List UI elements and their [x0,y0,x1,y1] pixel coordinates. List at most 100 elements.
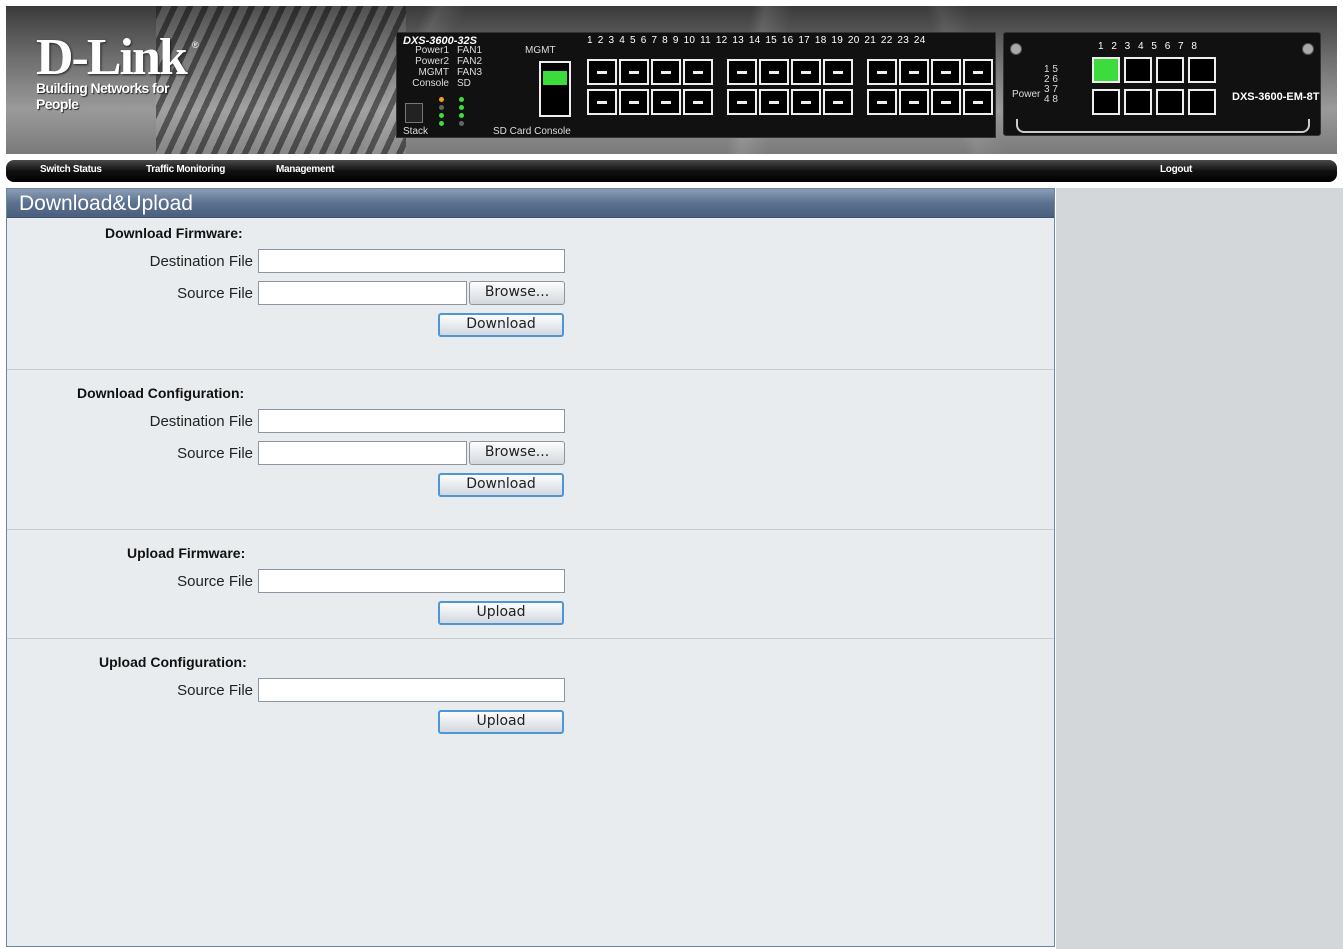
status-led-icon [439,105,444,110]
stack-label: Stack [403,126,429,137]
module-led-rows: 1 5 2 6 3 7 4 8 [1044,65,1058,105]
led-label-power1: Power1 [415,45,449,56]
main-content-panel: Download&Upload Download Firmware: Desti… [6,188,1055,947]
expansion-module-panel: 1 2 3 4 5 6 7 8 1 5 2 6 3 7 4 8 Power DX… [1003,32,1321,136]
sfp-port-icon [867,89,897,115]
sfp-port-icon [759,89,789,115]
port-numbers: 1 2 3 4 5 6 7 8 9 10 11 12 13 14 15 16 1… [587,35,926,46]
led-label-power2: Power2 [415,56,449,67]
mgmt-port-icon [539,61,571,117]
screw-icon [1010,43,1022,55]
download-configuration-section: Download Configuration: Destination File… [7,370,1054,530]
sfp-port-icon [587,59,617,85]
download-configuration-button[interactable]: Download [438,473,564,497]
sfp-port-icon [587,89,617,115]
led-label-fan1: FAN1 [457,45,483,56]
destination-file-label: Destination File [149,413,253,430]
download-configuration-destination-input[interactable] [258,409,565,433]
main-nav-bar: Switch Status Traffic Monitoring Managem… [6,160,1337,182]
upload-firmware-section: Upload Firmware: Source File Upload [7,530,1054,639]
sfp-port-icon [651,59,681,85]
download-firmware-section: Download Firmware: Destination File Sour… [7,218,1054,370]
led-label-sd: SD [457,78,471,89]
led-label-fan2: FAN2 [457,56,483,67]
status-led-icon [439,113,444,118]
sfp-port-icon [823,89,853,115]
rj45-port-icon [1124,89,1152,115]
upload-configuration-button[interactable]: Upload [438,710,564,734]
nav-switch-status[interactable]: Switch Status [40,164,102,175]
sfp-port-icon [823,59,853,85]
module-name: DXS-3600-EM-8T [1232,91,1320,103]
sfp-port-icon [683,59,713,85]
status-led-icon [439,121,444,126]
led-labels-left: Power1 Power2 MGMT Console [403,45,449,89]
status-led-icon [459,113,464,118]
led-label-console: Console [412,78,449,89]
module-led-row: 4 8 [1044,94,1058,105]
module-handle-icon [1016,119,1310,133]
sfp-port-icon [867,59,897,85]
rj45-port-icon [1188,89,1216,115]
upload-firmware-button[interactable]: Upload [438,601,564,625]
sfp-port-icon [791,59,821,85]
sfp-port-icon [963,59,993,85]
stack-port-icon [405,103,423,123]
sfp-port-icon [619,59,649,85]
source-file-label: Source File [177,682,253,699]
download-firmware-destination-input[interactable] [258,249,565,273]
led-label-fan3: FAN3 [457,67,483,78]
right-side-panel [1056,188,1343,949]
mgmt-port-label: MGMT [525,45,556,56]
logo-brand: D-Link [36,29,188,86]
status-led-icon [439,97,444,102]
page-title-bar: Download&Upload [7,189,1054,218]
upload-firmware-source-input[interactable] [258,569,565,593]
download-firmware-source-input[interactable] [258,281,467,305]
rj45-port-icon [1092,89,1120,115]
sfp-port-icon [759,59,789,85]
status-led-icon [459,105,464,110]
status-led-icon [459,121,464,126]
nav-traffic-monitoring[interactable]: Traffic Monitoring [146,164,225,175]
led-labels-right: FAN1 FAN2 FAN3 SD [457,45,482,89]
nav-logout[interactable]: Logout [1160,164,1192,175]
source-file-label: Source File [177,285,253,302]
sfp-port-icon [651,89,681,115]
logo-registered-mark: ® [192,40,199,50]
dlink-logo: D-Link ® Building Networks for People [36,29,206,113]
sfp-port-icon [931,89,961,115]
rj45-port-icon [1156,57,1184,83]
page-title: Download&Upload [19,192,193,215]
header-banner: D-Link ® Building Networks for People DX… [6,6,1337,154]
upload-configuration-source-input[interactable] [258,678,565,702]
module-power-label: Power [1012,89,1041,100]
download-configuration-source-input[interactable] [258,441,467,465]
rj45-port-icon [1124,57,1152,83]
sfp-port-icon [727,59,757,85]
nav-management[interactable]: Management [276,164,334,175]
download-firmware-button[interactable]: Download [438,313,564,337]
led-label-mgmt: MGMT [418,67,449,78]
sfp-port-icon [899,89,929,115]
module-port-numbers: 1 2 3 4 5 6 7 8 [1098,41,1197,52]
download-configuration-title: Download Configuration: [77,385,245,401]
download-firmware-browse-button[interactable]: Browse... [469,281,565,305]
sfp-port-icon [899,59,929,85]
download-configuration-browse-button[interactable]: Browse... [469,441,565,465]
upload-configuration-title: Upload Configuration: [99,654,247,670]
sfp-port-icon [931,59,961,85]
rj45-port-icon [1156,89,1184,115]
screw-icon [1302,43,1314,55]
sfp-port-icon [619,89,649,115]
source-file-label: Source File [177,573,253,590]
rj45-port-icon [1188,57,1216,83]
sd-card-console-label: SD Card Console [493,126,571,137]
upload-configuration-section: Upload Configuration: Source File Upload [7,639,1054,749]
sfp-port-icon [963,89,993,115]
destination-file-label: Destination File [149,253,253,270]
sfp-port-icon [791,89,821,115]
sfp-port-icon [683,89,713,115]
switch-front-panel: DXS-3600-32S Power1 Power2 MGMT Console … [396,32,996,138]
rj45-port-icon [1092,57,1120,83]
